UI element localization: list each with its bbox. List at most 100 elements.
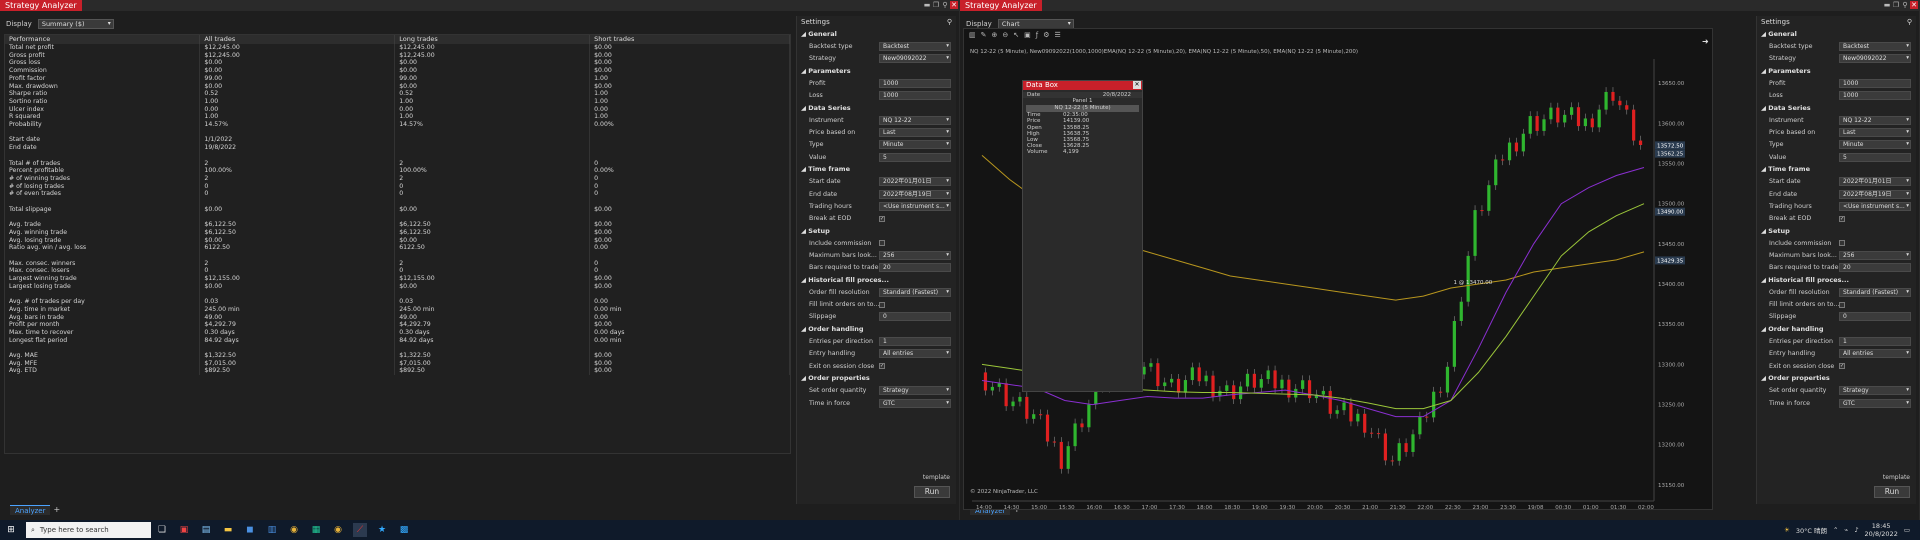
- app-icon-4[interactable]: ▦: [309, 523, 323, 537]
- clock[interactable]: 18:45 20/8/2022: [1865, 522, 1898, 538]
- settings-section[interactable]: ◢ Parameters: [1757, 65, 1916, 77]
- tray-chevron-icon[interactable]: ⌃: [1833, 526, 1838, 534]
- scroll-right-icon[interactable]: ➜: [1702, 37, 1709, 46]
- settings-select[interactable]: Backtest ▾: [879, 41, 951, 51]
- settings-input[interactable]: 5: [879, 152, 951, 162]
- settings-checkbox[interactable]: [879, 240, 885, 247]
- settings-select[interactable]: New09092022 ▾: [879, 54, 951, 64]
- settings-checkbox[interactable]: ✓: [1839, 215, 1845, 222]
- settings-select[interactable]: <Use instrument s... ▾: [879, 201, 951, 211]
- data-box[interactable]: Data Box ✕ Date 20/8/2022 Panel 1 NQ 12-22…: [1022, 80, 1143, 392]
- settings-select[interactable]: Backtest ▾: [1839, 41, 1911, 51]
- network-icon[interactable]: ⌁: [1844, 526, 1848, 534]
- windows-start-icon[interactable]: ⊞: [4, 523, 18, 537]
- settings-section[interactable]: ◢ Time frame: [1757, 163, 1916, 175]
- settings-input[interactable]: 1000: [1839, 91, 1911, 101]
- settings-select[interactable]: 2022年01月01日 ▾: [879, 177, 951, 187]
- run-button[interactable]: Run: [914, 486, 950, 498]
- app-icon-6[interactable]: ▩: [397, 523, 411, 537]
- settings-section[interactable]: ◢ Setup: [1757, 225, 1916, 237]
- settings-section[interactable]: ◢ Time frame: [797, 163, 956, 175]
- app-icon-2[interactable]: ▤: [199, 523, 213, 537]
- close-icon[interactable]: ✕: [1910, 1, 1918, 9]
- settings-checkbox[interactable]: ✓: [1839, 363, 1845, 370]
- add-tab-icon[interactable]: +: [53, 505, 60, 514]
- settings-section[interactable]: ◢ Order handling: [1757, 323, 1916, 335]
- settings-select[interactable]: Last ▾: [879, 128, 951, 138]
- settings-select[interactable]: GTC ▾: [879, 398, 951, 408]
- ninjatrader-icon[interactable]: ⟋: [353, 523, 367, 537]
- settings-select[interactable]: All entries ▾: [1839, 349, 1911, 359]
- settings-select[interactable]: 2022年08月19日 ▾: [879, 189, 951, 199]
- minimize-icon[interactable]: ▬: [1883, 1, 1891, 9]
- settings-select[interactable]: 2022年01月01日 ▾: [1839, 177, 1911, 187]
- settings-section[interactable]: ◢ Order properties: [1757, 372, 1916, 384]
- chrome-icon[interactable]: ◉: [287, 523, 301, 537]
- settings-section[interactable]: ◢ General: [1757, 28, 1916, 40]
- settings-input[interactable]: 1: [1839, 337, 1911, 347]
- task-view-icon[interactable]: ❏: [155, 523, 169, 537]
- settings-select[interactable]: New09092022 ▾: [1839, 54, 1911, 64]
- column-header[interactable]: Long trades: [394, 35, 591, 44]
- volume-icon[interactable]: ♪: [1854, 526, 1858, 534]
- settings-select[interactable]: Minute ▾: [879, 140, 951, 150]
- settings-input[interactable]: 1000: [879, 91, 951, 101]
- settings-input[interactable]: 20: [879, 263, 951, 273]
- settings-section[interactable]: ◢ Historical fill proces...: [797, 274, 956, 286]
- settings-select[interactable]: Standard (Fastest) ▾: [1839, 287, 1911, 297]
- chrome-icon-2[interactable]: ◉: [331, 523, 345, 537]
- settings-section[interactable]: ◢ Order properties: [797, 372, 956, 384]
- settings-section[interactable]: ◢ Data Series: [1757, 102, 1916, 114]
- template-link[interactable]: template: [923, 474, 950, 481]
- settings-section[interactable]: ◢ Order handling: [797, 323, 956, 335]
- settings-section[interactable]: ◢ General: [797, 28, 956, 40]
- settings-input[interactable]: 5: [1839, 152, 1911, 162]
- settings-checkbox[interactable]: [879, 301, 885, 308]
- settings-input[interactable]: 0: [1839, 312, 1911, 322]
- settings-select[interactable]: Minute ▾: [1839, 140, 1911, 150]
- settings-select[interactable]: Standard (Fastest) ▾: [879, 287, 951, 297]
- settings-checkbox[interactable]: [1839, 240, 1845, 247]
- settings-checkbox[interactable]: [1839, 301, 1845, 308]
- pin-icon[interactable]: ⚲: [941, 1, 949, 9]
- settings-input[interactable]: 1000: [879, 78, 951, 88]
- template-link[interactable]: template: [1883, 474, 1910, 481]
- weather-text[interactable]: 30°C 晴朗: [1796, 525, 1827, 535]
- settings-section[interactable]: ◢ Data Series: [797, 102, 956, 114]
- pin-icon[interactable]: ⚲: [947, 16, 952, 28]
- settings-checkbox[interactable]: ✓: [879, 363, 885, 370]
- settings-input[interactable]: 20: [1839, 263, 1911, 273]
- display-select[interactable]: Summary ($) ▾: [37, 19, 114, 29]
- settings-input[interactable]: 1000: [1839, 78, 1911, 88]
- restore-icon[interactable]: ❐: [1892, 1, 1900, 9]
- file-explorer-icon[interactable]: ▬: [221, 523, 235, 537]
- settings-select[interactable]: Strategy ▾: [1839, 386, 1911, 396]
- notification-icon[interactable]: ▭: [1904, 526, 1910, 534]
- tab-analyzer[interactable]: Analyzer: [10, 504, 51, 515]
- settings-select[interactable]: Strategy ▾: [879, 386, 951, 396]
- pin-icon[interactable]: ⚲: [1907, 16, 1912, 28]
- settings-select[interactable]: <Use instrument s... ▾: [1839, 201, 1911, 211]
- close-icon[interactable]: ✕: [950, 1, 958, 9]
- restore-icon[interactable]: ❐: [932, 1, 940, 9]
- app-icon-5[interactable]: ★: [375, 523, 389, 537]
- settings-select[interactable]: NQ 12-22 ▾: [879, 115, 951, 125]
- store-icon[interactable]: ▥: [265, 523, 279, 537]
- column-header[interactable]: Short trades: [589, 35, 790, 44]
- settings-select[interactable]: 2022年08月19日 ▾: [1839, 189, 1911, 199]
- settings-select[interactable]: Last ▾: [1839, 128, 1911, 138]
- settings-section[interactable]: ◢ Parameters: [797, 65, 956, 77]
- settings-section[interactable]: ◢ Setup: [797, 225, 956, 237]
- pin-icon[interactable]: ⚲: [1901, 1, 1909, 9]
- settings-select[interactable]: 256 ▾: [1839, 250, 1911, 260]
- settings-input[interactable]: 0: [879, 312, 951, 322]
- column-header[interactable]: All trades: [199, 35, 396, 44]
- run-button[interactable]: Run: [1874, 486, 1910, 498]
- close-icon[interactable]: ✕: [1133, 81, 1141, 89]
- settings-select[interactable]: All entries ▾: [879, 349, 951, 359]
- taskbar-search[interactable]: ⌕ Type here to search: [26, 522, 151, 538]
- app-icon-3[interactable]: ◼: [243, 523, 257, 537]
- minimize-icon[interactable]: ▬: [923, 1, 931, 9]
- app-icon-1[interactable]: ▣: [177, 523, 191, 537]
- settings-checkbox[interactable]: ✓: [879, 215, 885, 222]
